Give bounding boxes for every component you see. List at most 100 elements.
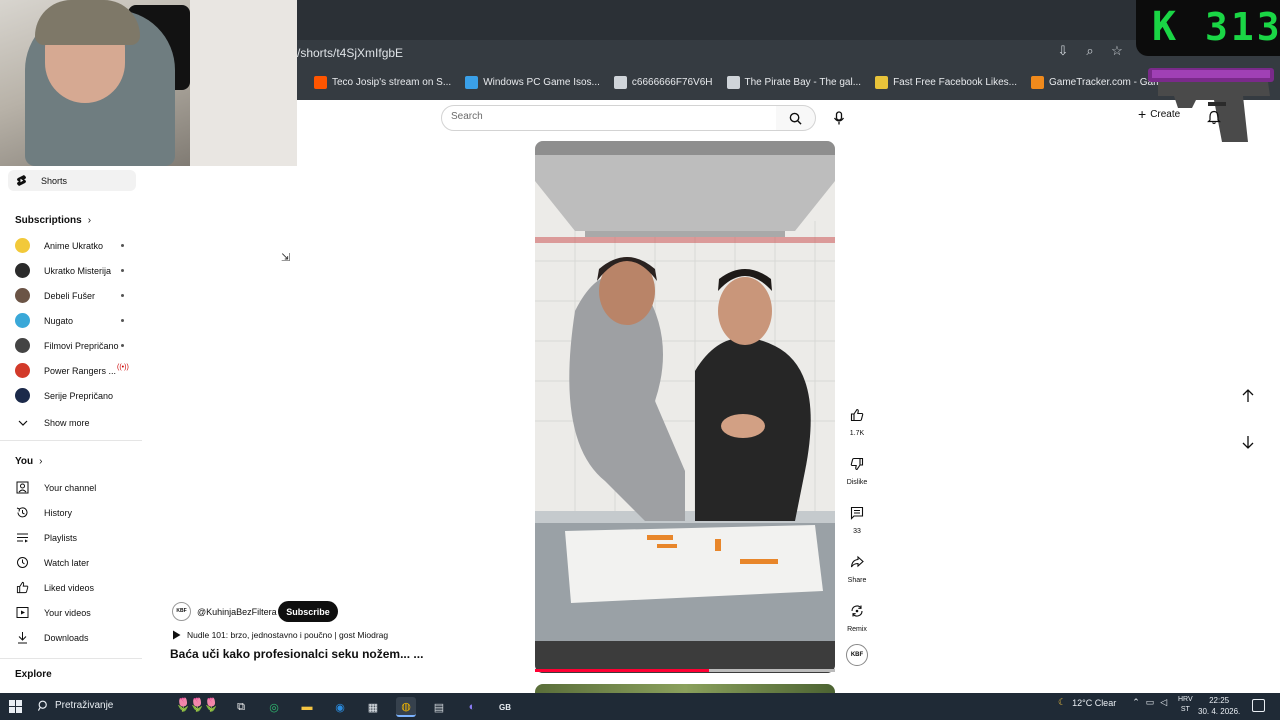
like-button[interactable]: 1.7K bbox=[843, 403, 871, 437]
dislike-button[interactable]: Dislike bbox=[843, 452, 871, 486]
chrome-icon[interactable]: ◍ bbox=[396, 697, 416, 717]
sidebar-item-liked-videos[interactable]: Liked videos bbox=[15, 580, 94, 595]
dislike-label: Dislike bbox=[846, 479, 868, 486]
sidebar-subscription-item[interactable]: Ukratko Misterija bbox=[15, 263, 111, 278]
clock-date: 30. 4. 2026. bbox=[1198, 707, 1241, 716]
video-title[interactable]: Baća uči kako profesionalci seku nožem..… bbox=[170, 647, 423, 661]
thumbs-up-icon bbox=[845, 403, 869, 427]
sidebar-item-label: Liked videos bbox=[44, 582, 95, 593]
search-placeholder: Search bbox=[451, 111, 483, 122]
short-video-player[interactable] bbox=[535, 141, 835, 673]
new-content-dot bbox=[121, 294, 124, 297]
bookmark-item[interactable]: Windows PC Game Isos... bbox=[465, 76, 600, 89]
comment-icon bbox=[845, 501, 869, 525]
notepad-icon[interactable]: ▤ bbox=[429, 697, 449, 717]
sidebar-item-shorts[interactable]: Shorts bbox=[8, 170, 136, 191]
zoom-icon[interactable]: ⌕ bbox=[1083, 44, 1097, 58]
remix-label: Remix bbox=[847, 626, 867, 633]
file-explorer-icon[interactable]: ▬ bbox=[297, 697, 317, 717]
gamebar-icon[interactable]: GB bbox=[495, 697, 515, 717]
channel-handle[interactable]: @KuhinjaBezFiltera bbox=[197, 607, 277, 617]
bookmark-item[interactable]: The Pirate Bay - The gal... bbox=[726, 76, 861, 89]
subscriptions-heading: Subscriptions bbox=[15, 215, 82, 226]
explore-heading: Explore bbox=[15, 669, 52, 680]
channel-avatar bbox=[15, 288, 30, 303]
channel-avatar[interactable]: KBF bbox=[846, 644, 868, 666]
video-progress-bar[interactable] bbox=[535, 669, 835, 672]
sidebar-item-downloads[interactable]: Downloads bbox=[15, 630, 89, 645]
taskbar-search[interactable]: Pretraživanje bbox=[38, 700, 113, 711]
keyboard-language[interactable]: HRV ST bbox=[1178, 695, 1193, 715]
video-progress-fill bbox=[535, 669, 709, 672]
search-button[interactable] bbox=[776, 105, 816, 131]
edge-browser-icon[interactable]: ◉ bbox=[330, 697, 350, 717]
address-url[interactable]: /shorts/t4SjXmIfgbE bbox=[297, 46, 403, 60]
notifications-bell-icon[interactable] bbox=[1207, 110, 1221, 125]
sidebar-item-label: Debeli Fušer bbox=[44, 290, 96, 301]
bookmark-star-icon[interactable]: ☆ bbox=[1110, 44, 1124, 58]
address-bar-icons: ⇩ ⌕ ☆ bbox=[1056, 44, 1124, 58]
sidebar-item-label: Serije Prepričano bbox=[44, 390, 114, 401]
task-view-icon[interactable]: ⧉ bbox=[231, 697, 251, 717]
create-button[interactable]: + Create bbox=[1138, 107, 1180, 121]
create-label: Create bbox=[1150, 108, 1181, 120]
bookmark-item[interactable]: Fast Free Facebook Likes... bbox=[875, 76, 1017, 89]
next-short-button[interactable] bbox=[1236, 430, 1260, 454]
sidebar-subscription-item[interactable]: Anime Ukratko bbox=[15, 238, 103, 253]
sidebar-item-watch-later[interactable]: Watch later bbox=[15, 555, 89, 570]
video-frame bbox=[535, 141, 835, 673]
sidebar-item-your-videos[interactable]: Your videos bbox=[15, 605, 91, 620]
bookmarks-list: Teco Josip's stream on S... Windows PC Ga… bbox=[314, 76, 1170, 89]
remix-icon bbox=[845, 599, 869, 623]
sidebar-subscription-item[interactable]: Serije Prepričano bbox=[15, 388, 113, 403]
microphone-icon bbox=[833, 111, 845, 125]
subscribe-button[interactable]: Subscribe bbox=[278, 601, 338, 622]
remix-button[interactable]: Remix bbox=[843, 599, 871, 633]
taskbar-clock[interactable]: 22:25 30. 4. 2026. bbox=[1198, 695, 1240, 717]
bookmark-favicon-icon bbox=[465, 76, 479, 89]
share-button[interactable]: Share bbox=[843, 550, 871, 584]
new-content-dot bbox=[121, 244, 124, 247]
sidebar-show-more[interactable]: Show more bbox=[15, 415, 90, 430]
windows-start-icon[interactable] bbox=[9, 700, 22, 713]
playlist-link[interactable]: Nudle 101: brzo, jednostavno i poučno | … bbox=[172, 630, 388, 640]
sidebar-subscription-item[interactable]: Power Rangers ... bbox=[15, 363, 116, 378]
channel-avatar bbox=[15, 388, 30, 403]
sidebar-item-history[interactable]: History bbox=[15, 505, 72, 520]
sidebar-you-header[interactable]: You › bbox=[15, 456, 43, 467]
search-input[interactable] bbox=[441, 105, 777, 131]
sidebar-subscription-item[interactable]: Debeli Fušer bbox=[15, 288, 95, 303]
chevron-up-icon[interactable]: ⌃ bbox=[1132, 697, 1140, 708]
language-code: HRV bbox=[1178, 696, 1193, 703]
bookmark-item[interactable]: Teco Josip's stream on S... bbox=[314, 76, 451, 89]
comment-count: 33 bbox=[853, 528, 861, 535]
comments-button[interactable]: 33 bbox=[843, 501, 871, 535]
plus-icon: + bbox=[1138, 106, 1147, 122]
sidebar-item-label: Anime Ukratko bbox=[44, 240, 104, 251]
sidebar-subscriptions-header[interactable]: Subscriptions › bbox=[15, 215, 91, 226]
sidebar-item-label: Shorts bbox=[41, 175, 68, 186]
bookmark-favicon-icon bbox=[726, 76, 740, 89]
sidebar-subscription-item[interactable]: Nugato bbox=[15, 313, 73, 328]
bookmark-item[interactable]: c6666666F76V6H bbox=[613, 76, 713, 89]
voice-search-button[interactable] bbox=[826, 105, 852, 131]
app-icon-green[interactable]: ◎ bbox=[264, 697, 284, 717]
new-content-dot bbox=[121, 269, 124, 272]
install-app-icon[interactable]: ⇩ bbox=[1056, 44, 1070, 58]
store-icon[interactable]: ▦ bbox=[363, 697, 383, 717]
bookmark-label: c6666666F76V6H bbox=[631, 77, 713, 88]
weather-text[interactable]: 12°C Clear bbox=[1072, 698, 1116, 708]
sidebar-item-your-channel[interactable]: Your channel bbox=[15, 480, 96, 495]
network-icon[interactable]: ▭ bbox=[1146, 697, 1155, 708]
volume-icon[interactable]: ◁ bbox=[1160, 697, 1167, 708]
previous-short-button[interactable] bbox=[1236, 384, 1260, 408]
obs-icon[interactable]: ◐ bbox=[462, 697, 482, 717]
clock-time: 22:25 bbox=[1209, 696, 1230, 705]
sidebar-item-playlists[interactable]: Playlists bbox=[15, 530, 77, 545]
download-icon bbox=[15, 630, 30, 645]
pistol-overlay-icon bbox=[1148, 68, 1274, 142]
playlist-title: Nudle 101: brzo, jednostavno i poučno | … bbox=[187, 630, 389, 640]
channel-avatar-small[interactable]: KBF bbox=[172, 602, 191, 621]
sidebar-subscription-item[interactable]: Filmovi Prepričano bbox=[15, 338, 119, 353]
notification-center-icon[interactable] bbox=[1252, 699, 1265, 712]
